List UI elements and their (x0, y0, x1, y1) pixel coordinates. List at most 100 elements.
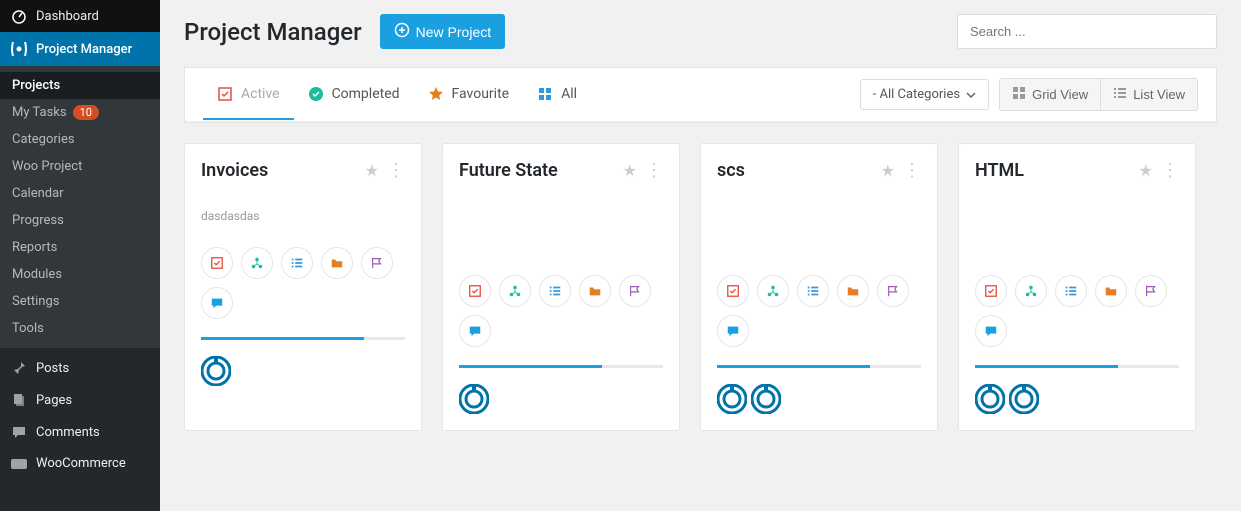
page-title: Project Manager (184, 18, 362, 46)
chat-icon[interactable] (459, 315, 491, 347)
pm-icon (10, 40, 28, 58)
avatar[interactable] (201, 356, 231, 386)
sidebar-sub-wooproject[interactable]: Woo Project (0, 153, 160, 180)
project-title: HTML (975, 160, 1139, 181)
project-cards-grid: Invoices ★ ⋮ dasdasdas Future State ★ ⋮ … (184, 123, 1217, 431)
project-action-icons (717, 275, 921, 347)
task-icon[interactable] (717, 275, 749, 307)
task-icon[interactable] (975, 275, 1007, 307)
org-icon[interactable] (757, 275, 789, 307)
search-wrapper (957, 14, 1217, 49)
category-filter[interactable]: - All Categories (860, 79, 989, 110)
card-menu-icon[interactable]: ⋮ (1161, 160, 1179, 181)
chat-icon[interactable] (975, 315, 1007, 347)
new-project-button[interactable]: New Project (380, 14, 505, 49)
avatar[interactable] (459, 384, 489, 414)
project-description (459, 209, 663, 255)
project-card[interactable]: scs ★ ⋮ (700, 143, 938, 431)
task-icon[interactable] (459, 275, 491, 307)
sidebar-sub-tools[interactable]: Tools (0, 315, 160, 342)
sidebar-item-dashboard[interactable]: Dashboard (0, 0, 160, 32)
sidebar-sub-mytasks[interactable]: My Tasks10 (0, 99, 160, 126)
list-icon[interactable] (1055, 275, 1087, 307)
view-label: Grid View (1032, 87, 1088, 102)
card-menu-icon[interactable]: ⋮ (645, 160, 663, 181)
sidebar-item-posts[interactable]: Posts (0, 352, 160, 384)
project-description: dasdasdas (201, 209, 405, 227)
tab-all[interactable]: All (523, 70, 591, 120)
grid-view-button[interactable]: Grid View (1000, 79, 1100, 110)
chat-icon[interactable] (717, 315, 749, 347)
progress-bar (459, 365, 663, 368)
tab-label: Completed (332, 86, 400, 102)
tab-completed[interactable]: Completed (294, 70, 414, 120)
project-members (975, 384, 1179, 414)
list-icon[interactable] (281, 247, 313, 279)
plus-circle-icon (394, 22, 410, 41)
flag-icon[interactable] (877, 275, 909, 307)
sidebar-sub-reports[interactable]: Reports (0, 234, 160, 261)
star-icon (428, 86, 444, 102)
avatar[interactable] (751, 384, 781, 414)
gauge-icon (10, 8, 28, 24)
list-icon (1113, 86, 1127, 103)
flag-icon[interactable] (1135, 275, 1167, 307)
project-description (717, 209, 921, 255)
favourite-star-icon[interactable]: ★ (1139, 161, 1153, 180)
project-action-icons (975, 275, 1179, 347)
sidebar-sub-calendar[interactable]: Calendar (0, 180, 160, 207)
project-card[interactable]: HTML ★ ⋮ (958, 143, 1196, 431)
card-menu-icon[interactable]: ⋮ (903, 160, 921, 181)
sidebar-sub-label: Woo Project (12, 159, 82, 174)
avatar[interactable] (1009, 384, 1039, 414)
favourite-star-icon[interactable]: ★ (623, 161, 637, 180)
avatar[interactable] (975, 384, 1005, 414)
org-icon[interactable] (1015, 275, 1047, 307)
list-icon[interactable] (539, 275, 571, 307)
org-icon[interactable] (499, 275, 531, 307)
sidebar-sub-categories[interactable]: Categories (0, 126, 160, 153)
project-action-icons (459, 275, 663, 347)
list-icon[interactable] (797, 275, 829, 307)
folder-icon[interactable] (321, 247, 353, 279)
search-input[interactable] (957, 14, 1217, 49)
chevron-down-icon (966, 87, 976, 102)
tab-label: Favourite (452, 86, 510, 102)
grid-icon (1012, 86, 1026, 103)
folder-icon[interactable] (579, 275, 611, 307)
sidebar-item-woocommerce[interactable]: WooCommerce (0, 448, 160, 479)
project-card[interactable]: Invoices ★ ⋮ dasdasdas (184, 143, 422, 431)
avatar[interactable] (717, 384, 747, 414)
folder-icon[interactable] (1095, 275, 1127, 307)
sidebar-item-project-manager[interactable]: Project Manager (0, 32, 160, 66)
card-menu-icon[interactable]: ⋮ (387, 160, 405, 181)
project-members (201, 356, 405, 386)
sidebar-label: Comments (36, 425, 100, 440)
flag-icon[interactable] (619, 275, 651, 307)
task-icon[interactable] (201, 247, 233, 279)
chat-icon[interactable] (201, 287, 233, 319)
sidebar-sub-modules[interactable]: Modules (0, 261, 160, 288)
new-project-label: New Project (416, 24, 491, 40)
sidebar-sub-label: Modules (12, 267, 62, 282)
folder-icon[interactable] (837, 275, 869, 307)
org-icon[interactable] (241, 247, 273, 279)
sidebar-label-dashboard: Dashboard (36, 9, 99, 24)
flag-icon[interactable] (361, 247, 393, 279)
tab-favourite[interactable]: Favourite (414, 70, 524, 120)
list-view-button[interactable]: List View (1100, 79, 1197, 110)
project-card[interactable]: Future State ★ ⋮ (442, 143, 680, 431)
favourite-star-icon[interactable]: ★ (365, 161, 379, 180)
project-action-icons (201, 247, 405, 319)
sidebar-sub-projects[interactable]: Projects (0, 72, 160, 99)
tab-active[interactable]: Active (203, 70, 294, 120)
sidebar-item-comments[interactable]: Comments (0, 416, 160, 448)
progress-bar (717, 365, 921, 368)
sidebar-item-pages[interactable]: Pages (0, 384, 160, 416)
project-members (459, 384, 663, 414)
sidebar-sub-label: Calendar (12, 186, 64, 201)
favourite-star-icon[interactable]: ★ (881, 161, 895, 180)
sidebar-sub-settings[interactable]: Settings (0, 288, 160, 315)
sidebar-sub-progress[interactable]: Progress (0, 207, 160, 234)
main-content: Project Manager New Project Active Compl… (160, 0, 1241, 511)
